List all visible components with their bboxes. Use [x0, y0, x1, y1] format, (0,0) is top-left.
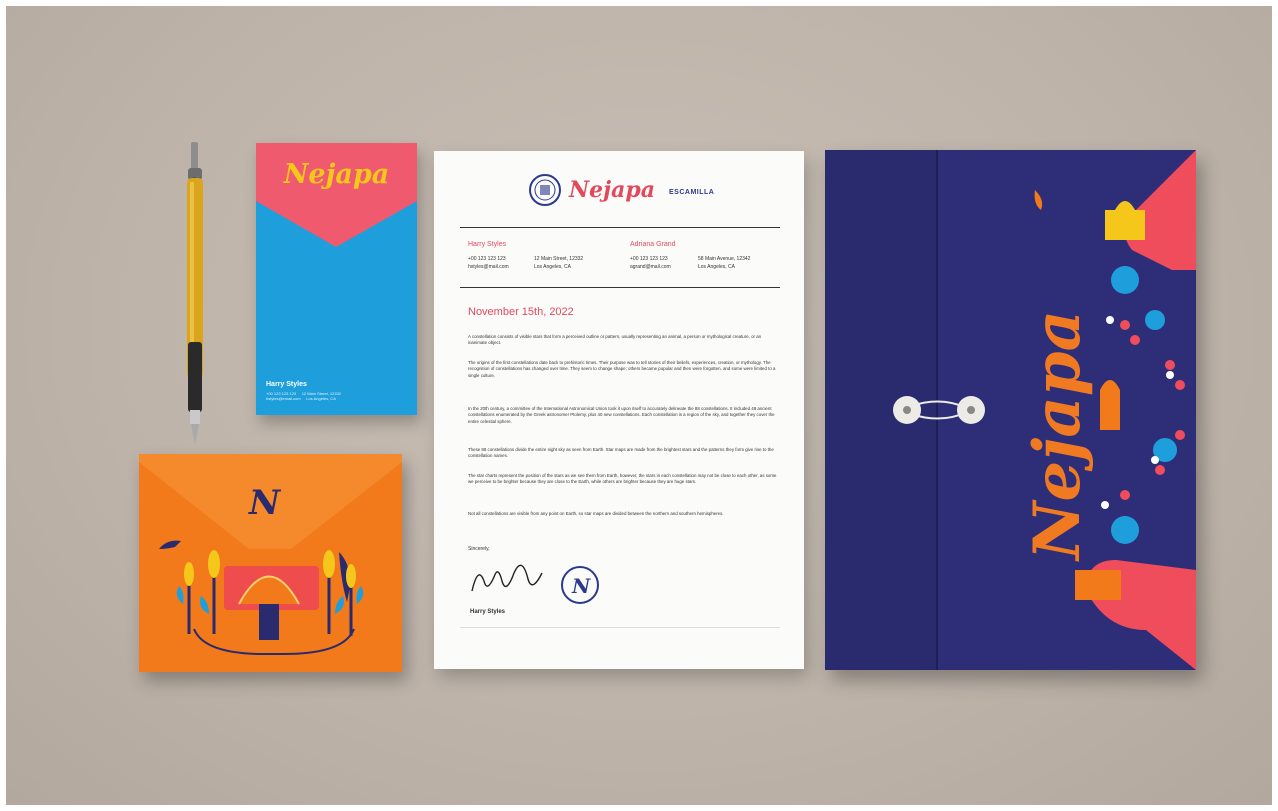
folder-illustration	[893, 150, 1196, 670]
envelope-illustration: N	[139, 454, 402, 655]
svg-text:N: N	[571, 574, 591, 598]
svg-text:N: N	[248, 483, 282, 523]
contact-address: 58 Main Avenue, 12342	[698, 256, 751, 262]
body-paragraph: The origins of the first constellations …	[468, 360, 776, 378]
letterhead-logo: Nejapa	[569, 177, 655, 203]
body-paragraph: In the 20th century, a committee of the …	[468, 406, 775, 424]
letterhead: Nejapa ESCAMILLA Harry Styles +00 123 12…	[434, 151, 804, 669]
folder-logo: Nejapa	[1020, 309, 1095, 560]
contact-name: Harry Styles	[468, 241, 507, 248]
envelope: N	[139, 454, 402, 672]
body-paragraph: Not all constellations are visible from …	[468, 511, 724, 516]
business-card: Nejapa Harry Styles +00 123 123 123 12 M…	[256, 143, 417, 415]
body-paragraph: The star charts represent the position o…	[468, 473, 777, 485]
partner-logo: ESCAMILLA	[669, 189, 715, 196]
header-rule	[460, 227, 780, 228]
pen	[187, 142, 203, 445]
contact-email: hstyles@mail.com	[468, 264, 509, 270]
letter-date: November 15th, 2022	[468, 306, 574, 318]
body-paragraph: A constellation consists of visible star…	[468, 334, 762, 346]
closing: Sincerely,	[468, 546, 490, 552]
presentation-folder: Nejapa	[825, 150, 1196, 670]
contact-city: Los Angeles, CA	[534, 264, 571, 270]
card-logo: Nejapa	[283, 159, 390, 190]
card-name: Harry Styles	[266, 381, 307, 388]
mockup-scene: Nejapa Harry Styles +00 123 123 123 12 M…	[6, 6, 1272, 805]
monogram-seal-icon: N	[561, 566, 599, 604]
signer-name: Harry Styles	[470, 609, 506, 615]
contact-phone: +00 123 123 123	[630, 256, 668, 262]
seal-icon	[529, 174, 561, 206]
footer-rule	[460, 627, 780, 628]
contact-address: 12 Main Street, 12332	[534, 256, 584, 262]
body-paragraph: These 88 constellations divide the entir…	[468, 447, 774, 459]
signature-image	[471, 564, 543, 592]
card-contact: +00 123 123 123 12 Main Street, 12332 hs…	[266, 391, 342, 401]
contact-email: agrand@mail.com	[630, 264, 671, 270]
contact-phone: +00 123 123 123	[468, 256, 506, 262]
contact-rule	[460, 287, 780, 288]
contact-name: Adriana Grand	[630, 241, 676, 248]
contact-city: Los Angeles, CA	[698, 264, 735, 270]
